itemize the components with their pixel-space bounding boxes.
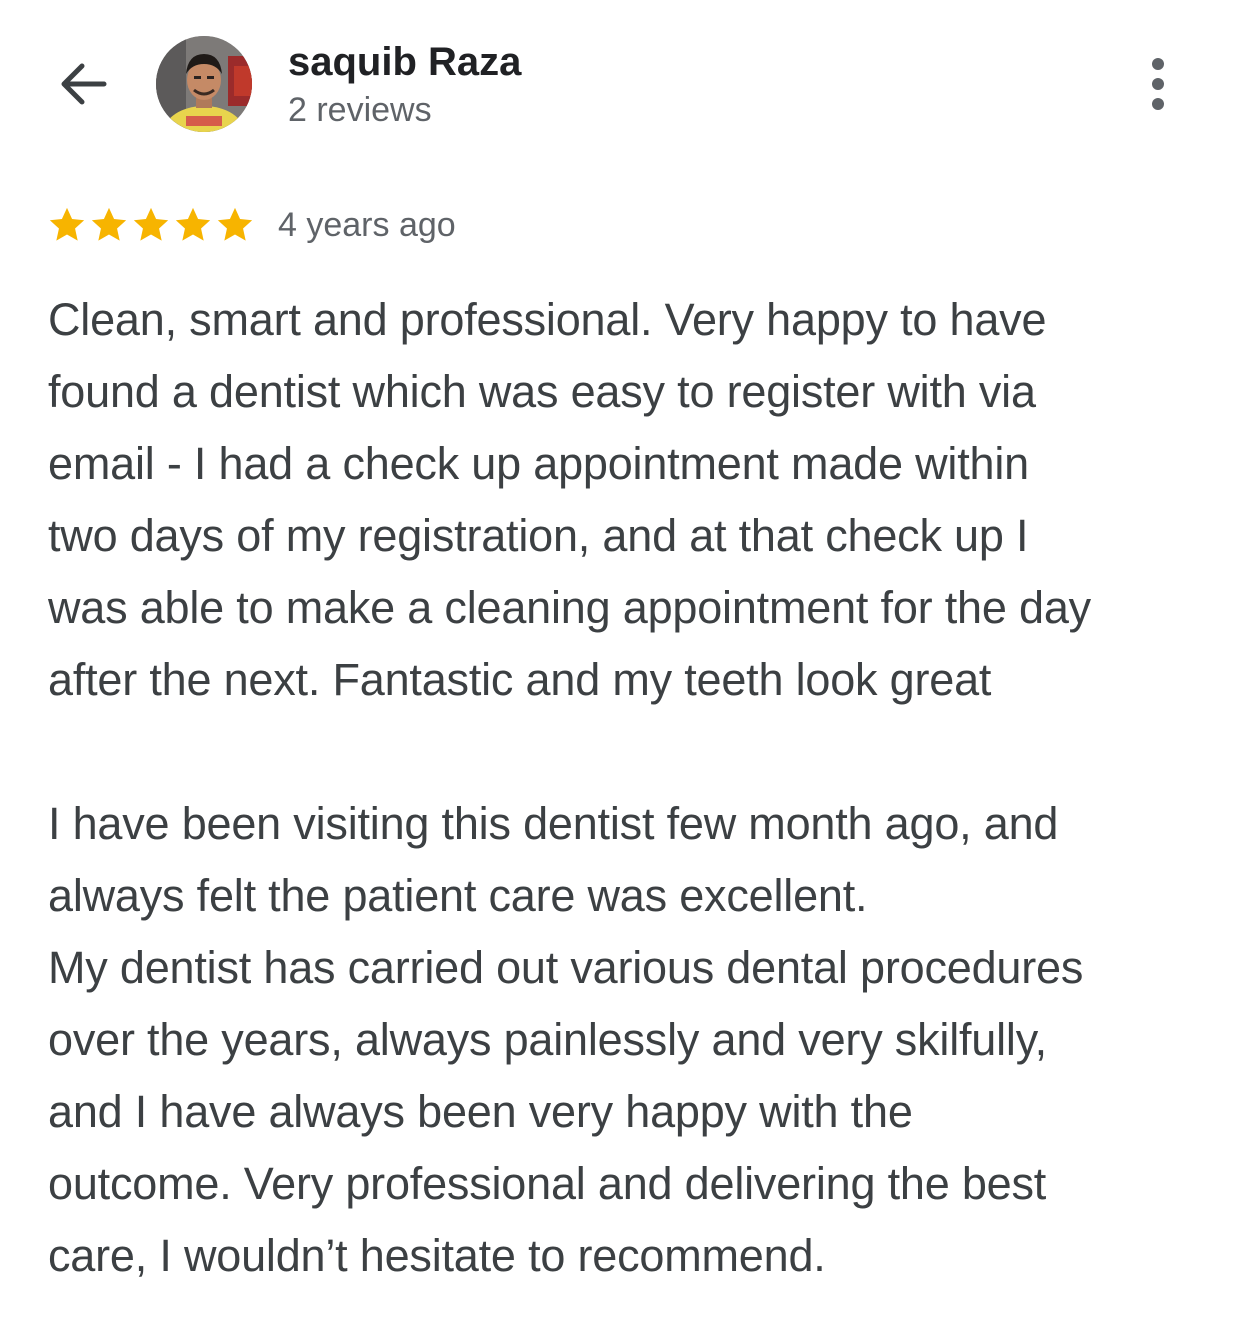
user-info: saquib Raza 2 reviews	[288, 38, 521, 132]
more-vert-icon-dot	[1152, 78, 1164, 90]
star-icon	[133, 207, 169, 241]
user-name[interactable]: saquib Raza	[288, 38, 521, 86]
back-button[interactable]	[52, 52, 116, 116]
user-avatar	[156, 36, 252, 132]
arrow-left-icon	[61, 63, 107, 105]
more-vert-icon	[1152, 58, 1164, 70]
review-text: Clean, smart and professional. Very happ…	[48, 294, 1091, 1281]
star-icon	[91, 207, 127, 241]
more-vert-icon-dot	[1152, 98, 1164, 110]
avatar[interactable]	[156, 36, 252, 132]
review-time: 4 years ago	[278, 205, 456, 244]
review-count: 2 reviews	[288, 91, 432, 129]
star-icon	[217, 207, 253, 241]
review-header: saquib Raza 2 reviews	[0, 0, 1242, 170]
more-options-button[interactable]	[1130, 52, 1186, 116]
rating-row: 4 years ago	[46, 202, 456, 248]
star-rating	[46, 204, 256, 246]
star-icon	[175, 207, 211, 241]
star-icon	[49, 207, 85, 241]
